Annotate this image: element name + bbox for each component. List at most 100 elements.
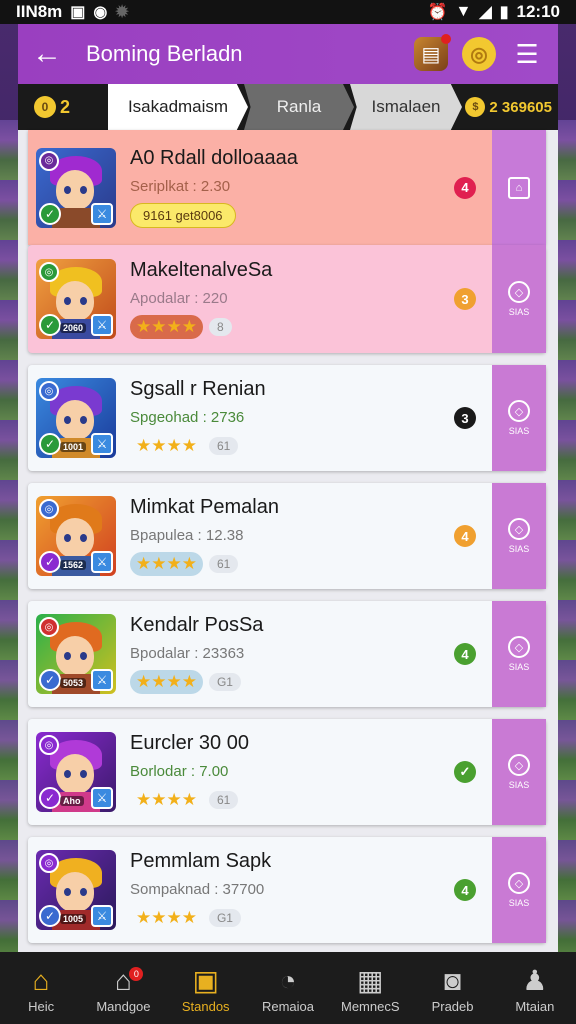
player-card[interactable]: ◎ ✓ ⚔ A0 Rdall dolloaaaa Seriplkat : 2.3…: [28, 130, 546, 245]
sword-badge-icon: ⚔: [91, 669, 113, 691]
player-name: Pemmlam Sapk: [130, 850, 272, 872]
share-button[interactable]: ⌂: [492, 130, 546, 245]
share-button[interactable]: ◇ SIAS: [492, 483, 546, 589]
share-icon: ◇: [508, 636, 530, 658]
back-arrow-icon[interactable]: ←: [32, 37, 72, 71]
nav-label: Heic: [28, 998, 55, 1014]
clock-time: 12:10: [516, 2, 560, 21]
player-card[interactable]: ◎ ✓ ⚔ 5053 Kendalr PosSa Bpodalar : 2336…: [28, 601, 546, 707]
share-button[interactable]: ◇ SIAS: [492, 245, 546, 353]
player-name: A0 Rdall dolloaaaa: [130, 147, 298, 169]
level-badge-icon: ◎: [39, 617, 59, 637]
player-card[interactable]: ◎ ✓ ⚔ 1005 Pemmlam Sapk Sompaknad : 3770…: [28, 837, 546, 943]
nav-label: Pradeb: [431, 998, 474, 1014]
rank-badge: 4: [454, 879, 476, 901]
app-header: ← Boming Berladn ▤ ◎ ☰: [18, 24, 558, 84]
avatar-label: Aho: [60, 796, 84, 806]
star-rating: ★★★★: [136, 436, 197, 455]
briefcase-icon: ▣: [192, 965, 219, 996]
sword-badge-icon: ⚔: [91, 905, 113, 927]
check-badge-icon: ✓: [39, 787, 61, 809]
settings-icon: ✹: [115, 4, 129, 21]
share-label: SIAS: [508, 662, 530, 672]
share-icon: ◇: [508, 872, 530, 894]
avatar-label: 2060: [60, 323, 87, 333]
player-card[interactable]: ◎ ✓ ⚔ Aho Eurcler 30 00 Borlodar : 7.00 …: [28, 719, 546, 825]
bottom-nav: ⌂ Heic ⌂ 0 Mandgoe ▣ Standos ◔ Remaioa ▦…: [0, 952, 576, 1024]
level-badge-icon: ◎: [39, 735, 59, 755]
house-notification-icon: ⌂: [114, 964, 132, 996]
alarm-icon: ⏰: [427, 4, 448, 21]
nav-item-home[interactable]: ⌂ Heic: [3, 963, 79, 1014]
level-badge-icon: ◎: [39, 499, 59, 519]
nav-label: Mandgoe: [96, 998, 151, 1014]
nav-item-6[interactable]: ◙ Pradeb: [415, 963, 491, 1014]
share-icon: ◇: [508, 400, 530, 422]
tab-bar: 0 2 Isakadmaism Ranla Ismalaen $ 2 36960…: [18, 84, 558, 130]
check-badge-icon: ✓: [39, 669, 61, 691]
rank-badge: 3: [454, 407, 476, 429]
share-icon: ⌂: [508, 176, 530, 199]
player-name: Eurcler 30 00: [130, 732, 249, 754]
check-badge-icon: ✓: [39, 314, 61, 336]
level-badge-icon: ◎: [39, 381, 59, 401]
avatar-label: 5053: [60, 678, 87, 688]
nav-item-2[interactable]: ⌂ 0 Mandgoe: [85, 963, 161, 1014]
home-icon: ⌂: [32, 964, 50, 996]
avatar: ◎ ✓ ⚔ Aho: [36, 732, 116, 812]
nav-item-4[interactable]: ◔ Remaioa: [250, 963, 326, 1014]
player-name: MakeltenalveSa: [130, 259, 273, 281]
treasure-chest-icon[interactable]: ▤: [414, 34, 451, 71]
sword-badge-icon: ⚔: [91, 314, 113, 336]
avatar-label: 1562: [60, 560, 87, 570]
check-badge-icon: ✓: [39, 905, 61, 927]
rating-count: 61: [208, 555, 239, 573]
score-chip: 9161 get8006: [130, 203, 236, 228]
rating-count: 61: [208, 791, 239, 809]
nav-item-5[interactable]: ▦ MemnecS: [332, 963, 408, 1014]
coin-shop-icon[interactable]: ◎: [462, 37, 496, 71]
player-card[interactable]: ◎ ✓ ⚔ 1562 Mimkat Pemalan Bpapulea : 12.…: [28, 483, 546, 589]
level-badge-icon: ◎: [39, 150, 59, 171]
level-badge-icon: ◎: [39, 262, 59, 282]
tab-3[interactable]: Ismalaen: [350, 84, 462, 130]
message-icon: ▣: [70, 4, 86, 21]
camera-icon: ◙: [444, 964, 461, 996]
share-button[interactable]: ◇ SIAS: [492, 601, 546, 707]
coin-counter-left: 0 2: [18, 96, 108, 118]
share-label: SIAS: [508, 307, 530, 317]
nav-item-7[interactable]: ♟ Mtaian: [497, 963, 573, 1014]
avatar: ◎ ✓ ⚔ 1005: [36, 850, 116, 930]
player-card[interactable]: ◎ ✓ ⚔ 2060 MakeltenalveSa Apodalar : 220…: [28, 245, 546, 353]
share-label: SIAS: [508, 780, 530, 790]
rank-badge: ✓: [454, 761, 476, 783]
nav-label: Mtaian: [515, 998, 555, 1014]
tab-2[interactable]: Ranla: [244, 84, 354, 130]
carrier-text: IIN8m: [16, 2, 63, 21]
coin-icon: 0: [34, 96, 56, 118]
battery-icon: ▮: [499, 4, 509, 21]
share-icon: ◇: [508, 518, 530, 540]
menu-icon[interactable]: ☰: [510, 37, 544, 71]
share-icon: ◇: [508, 281, 530, 303]
check-badge-icon: ✓: [39, 202, 61, 225]
check-badge-icon: ✓: [39, 551, 61, 573]
status-bar: IIN8m ▣ ◉ ✹ ⏰ ▼ ◢ ▮ 12:10: [0, 0, 576, 24]
player-name: Sgsall r Renian: [130, 378, 266, 400]
wifi-icon: ▼: [455, 3, 472, 20]
rank-badge: 4: [454, 525, 476, 547]
player-list: ◎ ✓ ⚔ A0 Rdall dolloaaaa Seriplkat : 2.3…: [18, 130, 558, 952]
tab-1[interactable]: Isakadmaism: [108, 84, 248, 130]
sword-badge-icon: ⚔: [91, 551, 113, 573]
share-label: SIAS: [508, 544, 530, 554]
image-icon: ▦: [357, 965, 384, 996]
coin-counter-right: $ 2 369605: [465, 97, 558, 117]
coin-icon: $: [465, 97, 486, 117]
share-button[interactable]: ◇ SIAS: [492, 719, 546, 825]
player-card[interactable]: ◎ ✓ ⚔ 1001 Sgsall r Renian Spgeohad : 27…: [28, 365, 546, 471]
nav-item-3[interactable]: ▣ Standos: [168, 963, 244, 1014]
share-button[interactable]: ◇ SIAS: [492, 837, 546, 943]
share-button[interactable]: ◇ SIAS: [492, 365, 546, 471]
player-stat: Bpapulea : 12.38: [130, 527, 244, 544]
nav-label: Standos: [181, 998, 230, 1014]
